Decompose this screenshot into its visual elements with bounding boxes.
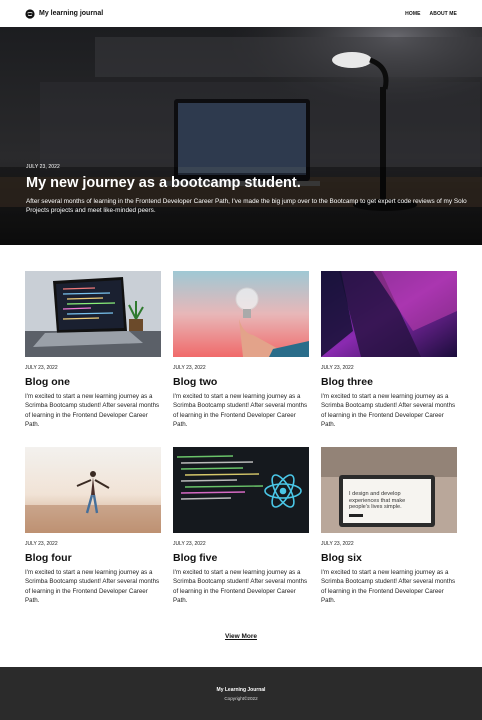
card-date: JULY 23, 2022 [25,365,58,371]
chat-bubble-icon [25,8,35,19]
blog-thumbnail-beach [25,447,161,534]
blog-card[interactable]: JULY 23, 2022 Blog five I'm excited to s… [173,447,309,605]
card-date: JULY 23, 2022 [321,365,354,371]
hero-section[interactable]: JULY 23, 2022 My new journey as a bootca… [0,27,482,245]
blog-card[interactable]: JULY 23, 2022 Blog one I'm excited to st… [25,271,161,429]
brand[interactable]: My learning journal [25,8,104,19]
site-header: My learning journal HOME ABOUT ME [0,0,482,27]
view-more-link[interactable]: View More [225,633,257,640]
blog-card[interactable]: JULY 23, 2022 Blog four I'm excited to s… [25,447,161,605]
card-date: JULY 23, 2022 [173,541,206,548]
blog-thumbnail-laptop-code [25,271,161,357]
blog-card[interactable]: I design and develop experiences that ma… [321,447,457,605]
view-more-container: View More [0,625,482,643]
card-title[interactable]: Blog three [321,376,457,388]
footer-title: My Learning Journal [216,687,266,693]
site-footer: My Learning Journal Copyright©2022 [0,667,482,720]
card-date: JULY 23, 2022 [173,365,206,371]
card-excerpt: I'm excited to start a new learning jour… [173,569,308,605]
blog-card[interactable]: JULY 23, 2022 Blog three I'm excited to … [321,271,457,429]
thumbnail-screen-text: I design and develop experiences that ma… [349,491,406,511]
hero-text: JULY 23, 2022 My new journey as a bootca… [26,164,482,216]
hero-date: JULY 23, 2022 [26,164,60,170]
hero-description: After several months of learning in the … [26,197,467,215]
card-title[interactable]: Blog four [25,552,161,564]
blog-thumbnail-laptop-desk: I design and develop experiences that ma… [321,447,457,534]
blog-thumbnail-react-code [173,447,309,534]
card-title[interactable]: Blog six [321,552,457,564]
blog-grid: JULY 23, 2022 Blog one I'm excited to st… [0,271,482,605]
card-date: JULY 23, 2022 [25,541,58,548]
nav-about-link[interactable]: ABOUT ME [430,11,457,17]
blog-card[interactable]: JULY 23, 2022 Blog two I'm excited to st… [173,271,309,429]
card-excerpt: I'm excited to start a new learning jour… [173,393,308,428]
card-title[interactable]: Blog five [173,552,309,564]
card-title[interactable]: Blog two [173,376,309,388]
main-nav: HOME ABOUT ME [405,11,457,17]
card-excerpt: I'm excited to start a new learning jour… [321,393,456,428]
card-date: JULY 23, 2022 [321,541,354,548]
card-excerpt: I'm excited to start a new learning jour… [25,569,160,605]
card-excerpt: I'm excited to start a new learning jour… [25,393,160,428]
nav-home-link[interactable]: HOME [405,11,420,17]
card-title[interactable]: Blog one [25,376,161,388]
card-excerpt: I'm excited to start a new learning jour… [321,569,456,605]
blog-thumbnail-lightbulb [173,271,309,357]
blog-thumbnail-abstract [321,271,457,357]
site-title: My learning journal [39,10,104,17]
hero-title[interactable]: My new journey as a bootcamp student. [26,175,482,192]
footer-copyright: Copyright©2022 [224,696,258,701]
